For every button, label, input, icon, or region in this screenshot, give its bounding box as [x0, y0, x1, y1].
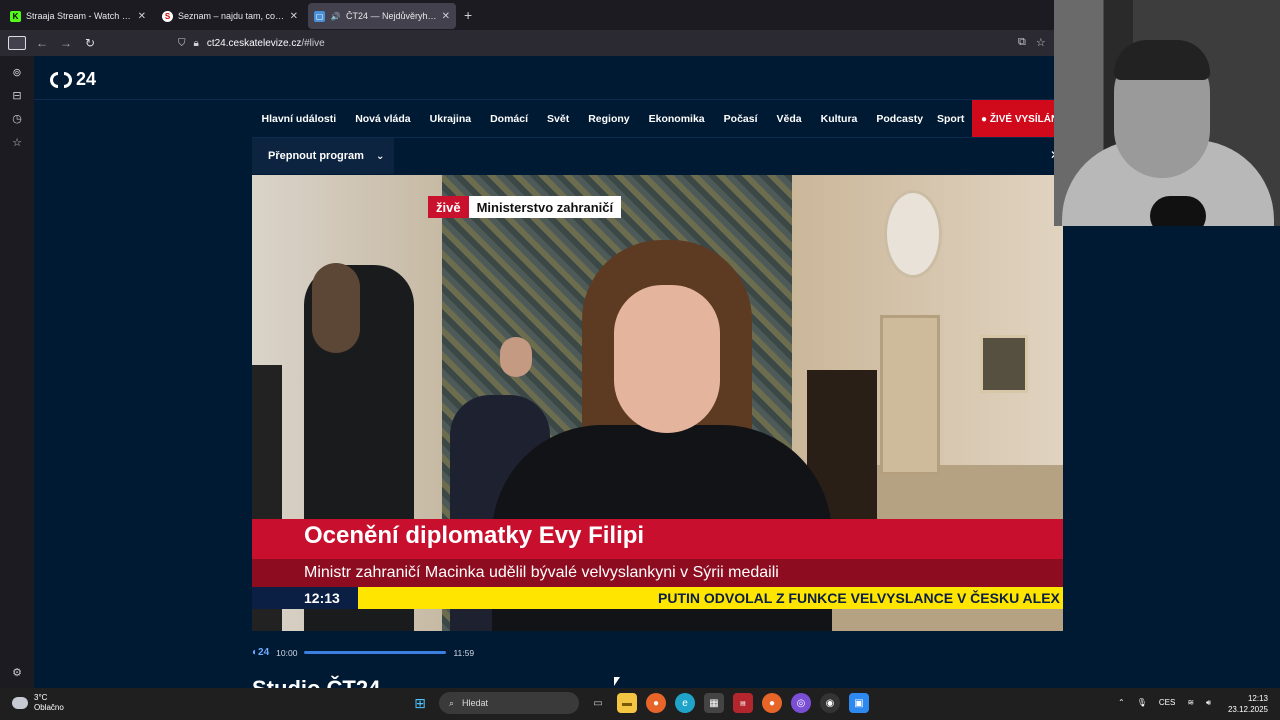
- microphone-icon[interactable]: 🎙︎: [1137, 698, 1147, 708]
- close-tab-icon[interactable]: ✕: [290, 11, 298, 22]
- new-tab-icon[interactable]: +: [464, 7, 472, 23]
- windows-taskbar: 3°C Oblačno ⊞ ⌕ Hledat ▭ ▬ ● e ▦ ▤ ● ◎ ◉ …: [0, 688, 1280, 720]
- menu-item-veda[interactable]: Věda: [767, 113, 811, 125]
- edge-icon[interactable]: e: [675, 693, 695, 713]
- settings-gear-icon[interactable]: ⚙: [10, 666, 24, 680]
- lower-third-headline: Ocenění diplomatky Evy Filipi: [304, 522, 645, 549]
- obs-icon[interactable]: ◉: [820, 693, 840, 713]
- kick-icon: K: [10, 10, 21, 22]
- bookmark-star-icon[interactable]: ☆: [1036, 36, 1046, 49]
- url-bar[interactable]: ⛉ 🔒︎ ct24.ceskatelevize.cz/#live: [178, 30, 325, 56]
- program-start: 10:00: [276, 647, 298, 658]
- close-tab-icon[interactable]: ✕: [442, 11, 450, 22]
- system-tray: ⌃ 🎙︎ CES ≋ 🔊︎: [1118, 698, 1211, 708]
- channel-logo: ◐24: [252, 647, 270, 658]
- menu-item-nova-vlada[interactable]: Nová vláda: [346, 113, 420, 125]
- chevron-up-icon[interactable]: ⌃: [1118, 698, 1125, 708]
- weather-widget[interactable]: 3°C Oblačno: [12, 693, 64, 713]
- file-explorer-icon[interactable]: ▬: [617, 693, 637, 713]
- menu-item-sport[interactable]: Sport: [937, 113, 964, 125]
- broadcast-clock: 12:13: [304, 590, 340, 606]
- tab-title: ČT24 — Nejdůvěryhodnější: [346, 11, 437, 21]
- seznam-icon: S: [162, 10, 173, 22]
- taskbar-clock[interactable]: 12:13 23.12.2025: [1222, 693, 1268, 715]
- microphone: [1150, 196, 1206, 226]
- program-end: 11:59: [453, 647, 475, 658]
- mouse-cursor: [614, 677, 620, 686]
- live-badge: živě: [428, 196, 469, 218]
- lower-third-subline: Ministr zahraničí Macinka udělil bývalé …: [304, 564, 779, 581]
- ct-logo-icon: [50, 71, 72, 88]
- switch-program-dropdown[interactable]: Přepnout program ⌄: [252, 138, 394, 174]
- search-icon: ⌕: [449, 697, 455, 708]
- chevron-down-icon: ⌄: [375, 150, 385, 162]
- menu-item-ekonomika[interactable]: Ekonomika: [639, 113, 714, 125]
- tab-kick[interactable]: K Straaja Stream - Watch Live on ✕: [4, 3, 152, 29]
- program-timeline: ◐24 10:00 11:59: [252, 647, 474, 658]
- bookmarks-icon[interactable]: ☆: [10, 136, 24, 150]
- synced-tabs-icon[interactable]: ⊟: [10, 89, 24, 103]
- wifi-icon[interactable]: ≋: [1187, 698, 1194, 708]
- tab-title: Straaja Stream - Watch Live on: [26, 11, 133, 21]
- remote-desktop-icon[interactable]: ▣: [849, 693, 869, 713]
- lock-icon[interactable]: 🔒︎: [194, 38, 199, 49]
- menu-item-pocasi[interactable]: Počasí: [714, 113, 767, 125]
- sidebar-toggle-icon[interactable]: [8, 36, 26, 50]
- speaker-icon[interactable]: 🔊: [330, 11, 341, 22]
- ct-icon: ▢: [314, 10, 325, 22]
- picture-in-picture-icon[interactable]: ⧉: [1018, 36, 1026, 49]
- history-icon[interactable]: ◷: [10, 112, 24, 126]
- news-ticker: PUTIN ODVOLAL Z FUNKCE VELVYSLANCE V ČES…: [658, 590, 1060, 606]
- menu-item-podcasty[interactable]: Podcasty: [867, 113, 933, 125]
- app-news-icon[interactable]: ▤: [733, 693, 753, 713]
- menu-item-regiony[interactable]: Regiony: [579, 113, 639, 125]
- cloud-icon: [12, 697, 28, 709]
- ai-chatbot-icon[interactable]: ⊚: [10, 66, 24, 80]
- tab-ct24[interactable]: ▢ 🔊 ČT24 — Nejdůvěryhodnější ✕: [308, 3, 456, 29]
- browser-sidebar: ⊚ ⊟ ◷ ☆ ⚙: [0, 56, 34, 688]
- live-location-tag: živě Ministerstvo zahraničí: [428, 196, 622, 218]
- menu-item-domaci[interactable]: Domácí: [481, 113, 538, 125]
- program-heading: Studio ČT24: [252, 676, 380, 688]
- main-menu: Hlavní události Nová vláda Ukrajina Domá…: [252, 113, 933, 125]
- close-tab-icon[interactable]: ✕: [138, 11, 146, 22]
- location-label: Ministerstvo zahraničí: [468, 196, 622, 218]
- reporter: [614, 285, 720, 433]
- firefox-running-icon[interactable]: ●: [762, 693, 782, 713]
- store-icon[interactable]: ▦: [704, 693, 724, 713]
- back-icon[interactable]: ←: [30, 36, 54, 50]
- shield-icon[interactable]: ⛉: [178, 38, 186, 49]
- messenger-icon[interactable]: ◎: [791, 693, 811, 713]
- live-video-player[interactable]: živě Ministerstvo zahraničí Ocenění dipl…: [252, 175, 1063, 631]
- ct24-logo[interactable]: 24: [50, 69, 96, 90]
- tab-seznam[interactable]: S Seznam – najdu tam, co neznám ✕: [156, 3, 304, 29]
- taskbar-search[interactable]: ⌕ Hledat: [439, 692, 579, 714]
- menu-item-ukrajina[interactable]: Ukrajina: [420, 113, 480, 125]
- menu-item-svet[interactable]: Svět: [538, 113, 579, 125]
- menu-item-hlavni-udalosti[interactable]: Hlavní události: [252, 113, 346, 125]
- reload-icon[interactable]: ↻: [78, 36, 102, 50]
- forward-icon[interactable]: →: [54, 36, 78, 50]
- url-text: ct24.ceskatelevize.cz/#live: [206, 37, 325, 49]
- webcam-overlay: [1054, 0, 1280, 226]
- program-progress-bar: [304, 651, 447, 654]
- volume-icon[interactable]: 🔊︎: [1206, 698, 1211, 708]
- language-indicator[interactable]: CES: [1159, 698, 1175, 708]
- task-view-icon[interactable]: ▭: [588, 693, 608, 713]
- windows-start-icon[interactable]: ⊞: [410, 693, 430, 713]
- switch-program-label: Přepnout program: [268, 150, 364, 162]
- menu-item-kultura[interactable]: Kultura: [811, 113, 867, 125]
- live-broadcast-button[interactable]: ● ŽIVÉ VYSÍLÁNÍ: [972, 100, 1056, 138]
- tab-title: Seznam – najdu tam, co neznám: [178, 11, 285, 21]
- firefox-icon[interactable]: ●: [646, 693, 666, 713]
